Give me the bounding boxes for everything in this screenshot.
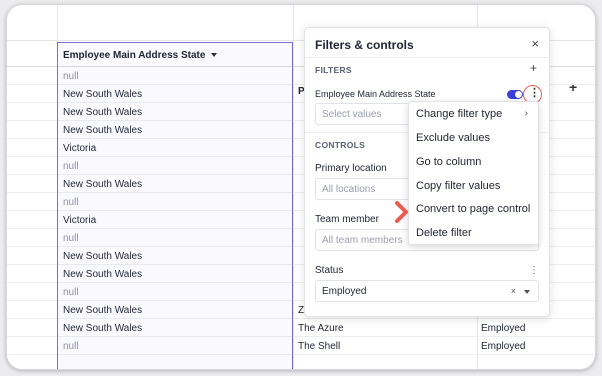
menu-item-change-filter-type[interactable]: Change filter type: [416, 108, 502, 120]
controls-section-label: CONTROLS: [315, 140, 366, 150]
menu-item-copy-filter-values[interactable]: Copy filter values: [416, 180, 500, 192]
status-value: Employed: [322, 286, 367, 297]
chevron-down-icon[interactable]: [524, 290, 530, 294]
filter-context-menu: Change filter type › Exclude values Go t…: [408, 101, 539, 245]
cell-location: The Azure: [298, 323, 344, 334]
divider: [305, 57, 549, 58]
primary-location-placeholder: All locations: [322, 184, 376, 195]
team-member-placeholder: All team members: [322, 235, 403, 246]
menu-item-convert-to-page-control[interactable]: Convert to page control: [416, 203, 530, 215]
add-filter-button[interactable]: +: [530, 61, 537, 75]
filter-toggle[interactable]: [507, 90, 523, 99]
pointer-arrow-icon: [395, 201, 408, 223]
filters-section-label: FILTERS: [315, 65, 352, 75]
team-member-label: Team member: [315, 214, 379, 225]
chevron-right-icon: ›: [524, 108, 528, 119]
menu-item-exclude-values[interactable]: Exclude values: [416, 132, 490, 144]
menu-item-delete-filter[interactable]: Delete filter: [416, 227, 472, 239]
primary-location-label: Primary location: [315, 163, 387, 174]
app-window: P + null New South Wales New South Wales Ne…: [6, 4, 596, 370]
kebab-menu-icon[interactable]: ⋮: [529, 86, 540, 99]
menu-item-go-to-column[interactable]: Go to column: [416, 156, 481, 168]
status-label: Status: [315, 265, 344, 276]
cell-status: Employed: [481, 323, 526, 334]
filter-values-placeholder: Select values: [322, 109, 382, 120]
panel-title: Filters & controls: [315, 38, 414, 52]
selected-column-highlight: [57, 42, 293, 369]
status-select[interactable]: Employed ×: [315, 280, 539, 302]
column-header-label: Employee Main Address State: [63, 50, 206, 61]
cell-status: Employed: [481, 341, 526, 352]
clear-icon[interactable]: ×: [511, 286, 516, 296]
kebab-menu-icon[interactable]: ⋮: [529, 265, 539, 276]
chevron-down-icon[interactable]: [211, 53, 218, 58]
column-header-employee-main-address-state[interactable]: Employee Main Address State: [63, 50, 218, 61]
close-icon[interactable]: ×: [531, 36, 539, 51]
cell-location: The Shell: [298, 341, 341, 352]
filter-name: Employee Main Address State: [315, 89, 436, 99]
